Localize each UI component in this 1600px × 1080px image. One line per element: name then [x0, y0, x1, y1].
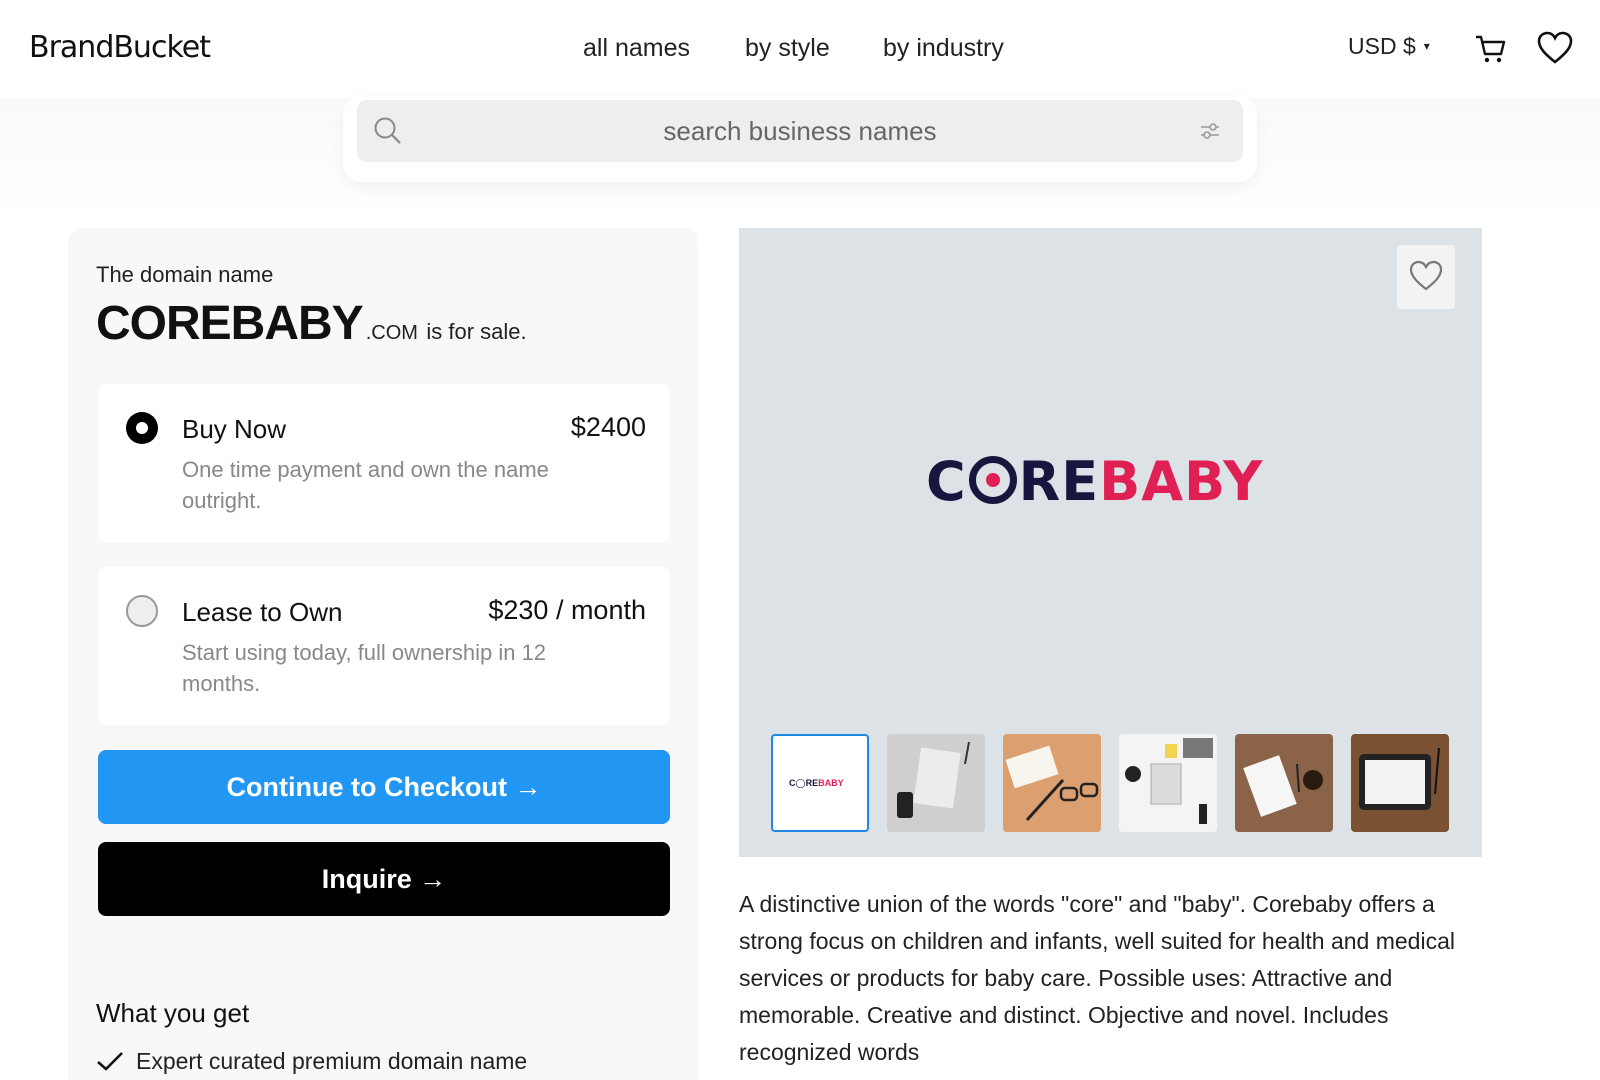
logo-o-icon [968, 456, 1017, 504]
option-description: One time payment and own the name outrig… [182, 457, 549, 513]
logo-letter-c: C [926, 450, 967, 513]
option-description: Start using today, full ownership in 12 … [182, 640, 547, 696]
buy-now-radio[interactable] [126, 412, 158, 444]
domain-description: A distinctive union of the words "core" … [739, 891, 1455, 1065]
purchase-panel: The domain name COREBABY .COM is for sale… [68, 228, 698, 1080]
tablet-mockup-image [1359, 747, 1440, 810]
notebook-mockup-image [1125, 738, 1213, 824]
option-title: Buy Now [182, 414, 287, 444]
benefit-text: Expert curated premium domain name [136, 1048, 528, 1074]
heart-icon [1409, 260, 1443, 291]
option-title: Lease to Own [182, 597, 343, 627]
nav-by-industry[interactable]: by industry [883, 34, 1004, 63]
thumbnail-mockup-paper[interactable] [1235, 734, 1333, 832]
lease-to-own-radio[interactable] [126, 595, 158, 627]
logo-preview: C REBABY C◯REBABY [739, 228, 1482, 857]
thumbnail-mockup-tablet[interactable] [1351, 734, 1449, 832]
favorite-button[interactable] [1397, 245, 1455, 309]
thumbnail-logo[interactable]: C◯REBABY [771, 734, 869, 832]
search-input[interactable]: search business names [357, 100, 1243, 162]
logo-text-accent: BABY [1099, 450, 1264, 513]
brandbucket-logo[interactable]: BrandBucket [29, 30, 211, 65]
continue-to-checkout-button[interactable]: Continue to Checkout → [98, 750, 670, 824]
option-price: $230 / month [488, 595, 646, 625]
cart-icon[interactable] [1474, 32, 1508, 66]
option-buy-now[interactable]: Buy Now $2400 One time payment and own t… [98, 384, 670, 542]
domain-intro: The domain name [96, 262, 274, 287]
benefit-item: Expert curated premium domain name [96, 1048, 527, 1075]
mini-logo-accent: BABY [818, 778, 844, 788]
domain-tld: .COM [365, 322, 418, 344]
mini-logo: C◯REBABY [789, 778, 844, 789]
option-price: $2400 [570, 412, 646, 442]
filter-icon[interactable] [1199, 120, 1221, 142]
currency-selector[interactable]: USD $ ▾ [1348, 33, 1430, 60]
search-placeholder: search business names [663, 116, 937, 146]
thumbnail-mockup-glasses[interactable] [1003, 734, 1101, 832]
checkmark-icon [97, 1052, 123, 1071]
site-header: BrandBucket all names by style by indust… [0, 0, 1600, 100]
thumbnail-mockup-desk[interactable] [887, 734, 985, 832]
what-you-get-heading: What you get [96, 998, 250, 1028]
inquire-button[interactable]: Inquire → [98, 842, 670, 916]
nav-all-names[interactable]: all names [583, 34, 690, 63]
option-lease-to-own[interactable]: Lease to Own $230 / month Start using to… [98, 567, 670, 725]
domain-name: COREBABY [96, 297, 364, 350]
caret-down-icon: ▾ [1423, 39, 1430, 53]
heart-icon[interactable] [1537, 31, 1573, 65]
mini-logo-dark: C◯RE [789, 778, 819, 788]
thumbnail-mockup-notebook[interactable] [1119, 734, 1217, 832]
nav-by-style[interactable]: by style [745, 34, 830, 63]
glasses-mockup-image [1005, 745, 1099, 822]
paper-mockup-image [1243, 755, 1323, 817]
domain-heading: COREBABY .COM is for sale. [96, 296, 527, 351]
corebaby-logo: C REBABY [926, 450, 1263, 513]
for-sale-text: is for sale. [426, 319, 527, 344]
logo-text-dark: RE [1018, 450, 1100, 513]
desk-mockup-image [897, 741, 970, 818]
currency-label: USD $ [1348, 33, 1416, 59]
